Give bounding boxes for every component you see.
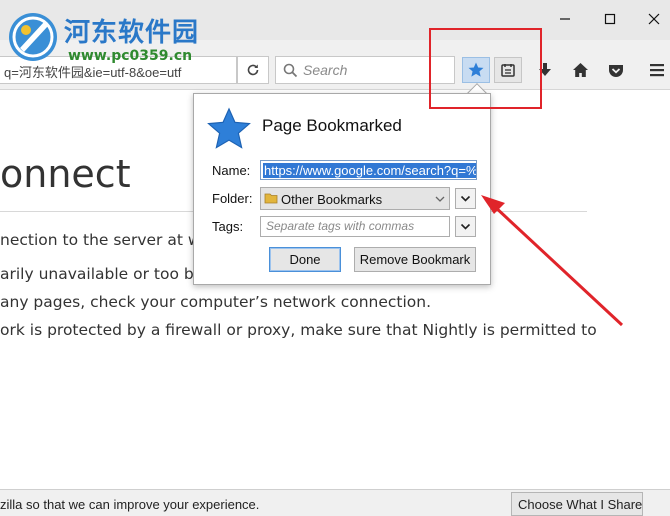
name-value: https://www.google.com/search?q=% <box>263 163 477 178</box>
tags-input[interactable]: Separate tags with commas <box>260 216 450 237</box>
search-input[interactable]: Search <box>275 56 455 84</box>
remove-bookmark-button[interactable]: Remove Bookmark <box>354 247 476 272</box>
tags-label: Tags: <box>212 219 244 234</box>
name-field[interactable]: https://www.google.com/search?q=% <box>260 160 477 180</box>
popup-title: Page Bookmarked <box>262 116 402 135</box>
folder-select[interactable]: Other Bookmarks <box>260 187 450 210</box>
done-button[interactable]: Done <box>269 247 341 272</box>
maximize-icon[interactable] <box>595 6 625 32</box>
minimize-icon[interactable] <box>550 6 580 32</box>
error-line-2: arily unavailable or too bus <box>0 265 212 283</box>
watermark-title: 河东软件园 <box>64 18 200 48</box>
page-title: onnect <box>0 152 131 196</box>
reload-icon[interactable] <box>237 56 269 84</box>
tags-placeholder: Separate tags with commas <box>266 219 415 233</box>
tags-dropdown-button[interactable] <box>455 216 476 237</box>
pocket-icon[interactable] <box>602 57 630 83</box>
menu-icon[interactable] <box>643 57 670 83</box>
folder-icon <box>264 192 278 204</box>
search-placeholder: Search <box>303 62 348 78</box>
highlight-box <box>429 28 542 109</box>
folder-tree-toggle-button[interactable] <box>455 188 476 209</box>
logo-icon <box>4 8 62 66</box>
error-line-3: any pages, check your computer’s network… <box>0 293 432 311</box>
close-icon[interactable] <box>639 6 669 32</box>
bookmark-star-large-icon <box>206 106 252 157</box>
name-label: Name: <box>212 163 251 178</box>
folder-value: Other Bookmarks <box>281 192 383 207</box>
bookmark-panel: Page Bookmarked Name: https://www.google… <box>193 93 491 285</box>
home-icon[interactable] <box>566 57 594 83</box>
chevron-down-icon <box>435 192 445 207</box>
folder-label: Folder: <box>212 191 253 206</box>
watermark-url: www.pc0359.cn <box>68 48 193 64</box>
error-line-4: ork is protected by a firewall or proxy,… <box>0 321 597 339</box>
error-line-1: nection to the server at ww <box>0 231 214 249</box>
notification-text: zilla so that we can improve your experi… <box>0 497 260 512</box>
choose-what-i-share-button[interactable]: Choose What I Share <box>511 492 643 516</box>
search-icon <box>283 63 298 81</box>
notification-bar: zilla so that we can improve your experi… <box>0 489 670 516</box>
